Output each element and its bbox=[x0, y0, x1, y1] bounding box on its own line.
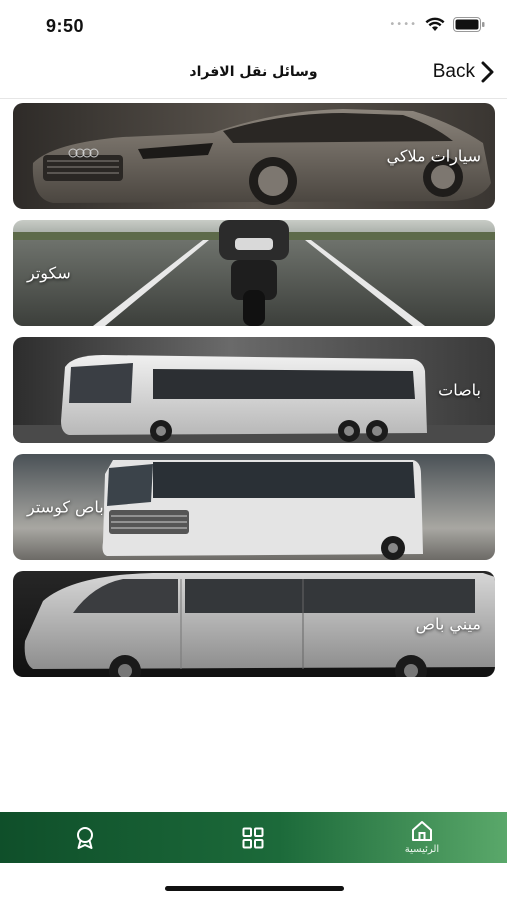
tab-home[interactable]: الرئيسية bbox=[382, 812, 462, 863]
coach-bus-photo bbox=[13, 337, 495, 443]
home-icon bbox=[412, 821, 432, 841]
category-card-coaster-bus[interactable]: باص كوستر bbox=[13, 454, 495, 560]
status-bar: 9:50 •••• bbox=[0, 0, 507, 52]
category-label: سكوتر bbox=[27, 263, 71, 283]
category-label: سيارات ملاكي bbox=[386, 146, 482, 166]
category-card-buses[interactable]: باصات bbox=[13, 337, 495, 443]
back-label: Back bbox=[432, 61, 475, 82]
category-label: باص كوستر bbox=[27, 497, 104, 517]
chevron-right-icon bbox=[481, 61, 494, 83]
category-card-minibus[interactable]: ميني باص bbox=[13, 571, 495, 677]
wifi-icon bbox=[425, 17, 445, 31]
page-title: وسائل نقل الافراد bbox=[189, 64, 318, 80]
tab-categories[interactable] bbox=[213, 812, 293, 863]
category-label: باصات bbox=[438, 380, 481, 400]
award-icon bbox=[77, 826, 93, 849]
home-indicator[interactable] bbox=[165, 886, 344, 891]
category-label: ميني باص bbox=[415, 614, 481, 634]
motorcycle-road-photo bbox=[13, 220, 495, 326]
category-list: سيارات ملاكي سكوتر باصات باص كوستر ميني … bbox=[13, 103, 495, 688]
bottom-tab-bar: الرئيسية bbox=[0, 812, 507, 863]
back-button[interactable]: Back bbox=[433, 61, 495, 83]
grid-icon bbox=[242, 827, 264, 848]
signal-dots-icon: •••• bbox=[389, 19, 417, 30]
category-card-scooter[interactable]: سكوتر bbox=[13, 220, 495, 326]
tab-home-label: الرئيسية bbox=[404, 844, 440, 855]
battery-icon bbox=[453, 17, 485, 32]
status-time: 9:50 bbox=[46, 16, 85, 36]
category-card-cars[interactable]: سيارات ملاكي bbox=[13, 103, 495, 209]
status-icons: •••• bbox=[389, 17, 485, 32]
navigation-bar: وسائل نقل الافراد Back bbox=[0, 52, 507, 99]
tab-rewards[interactable] bbox=[45, 812, 125, 863]
